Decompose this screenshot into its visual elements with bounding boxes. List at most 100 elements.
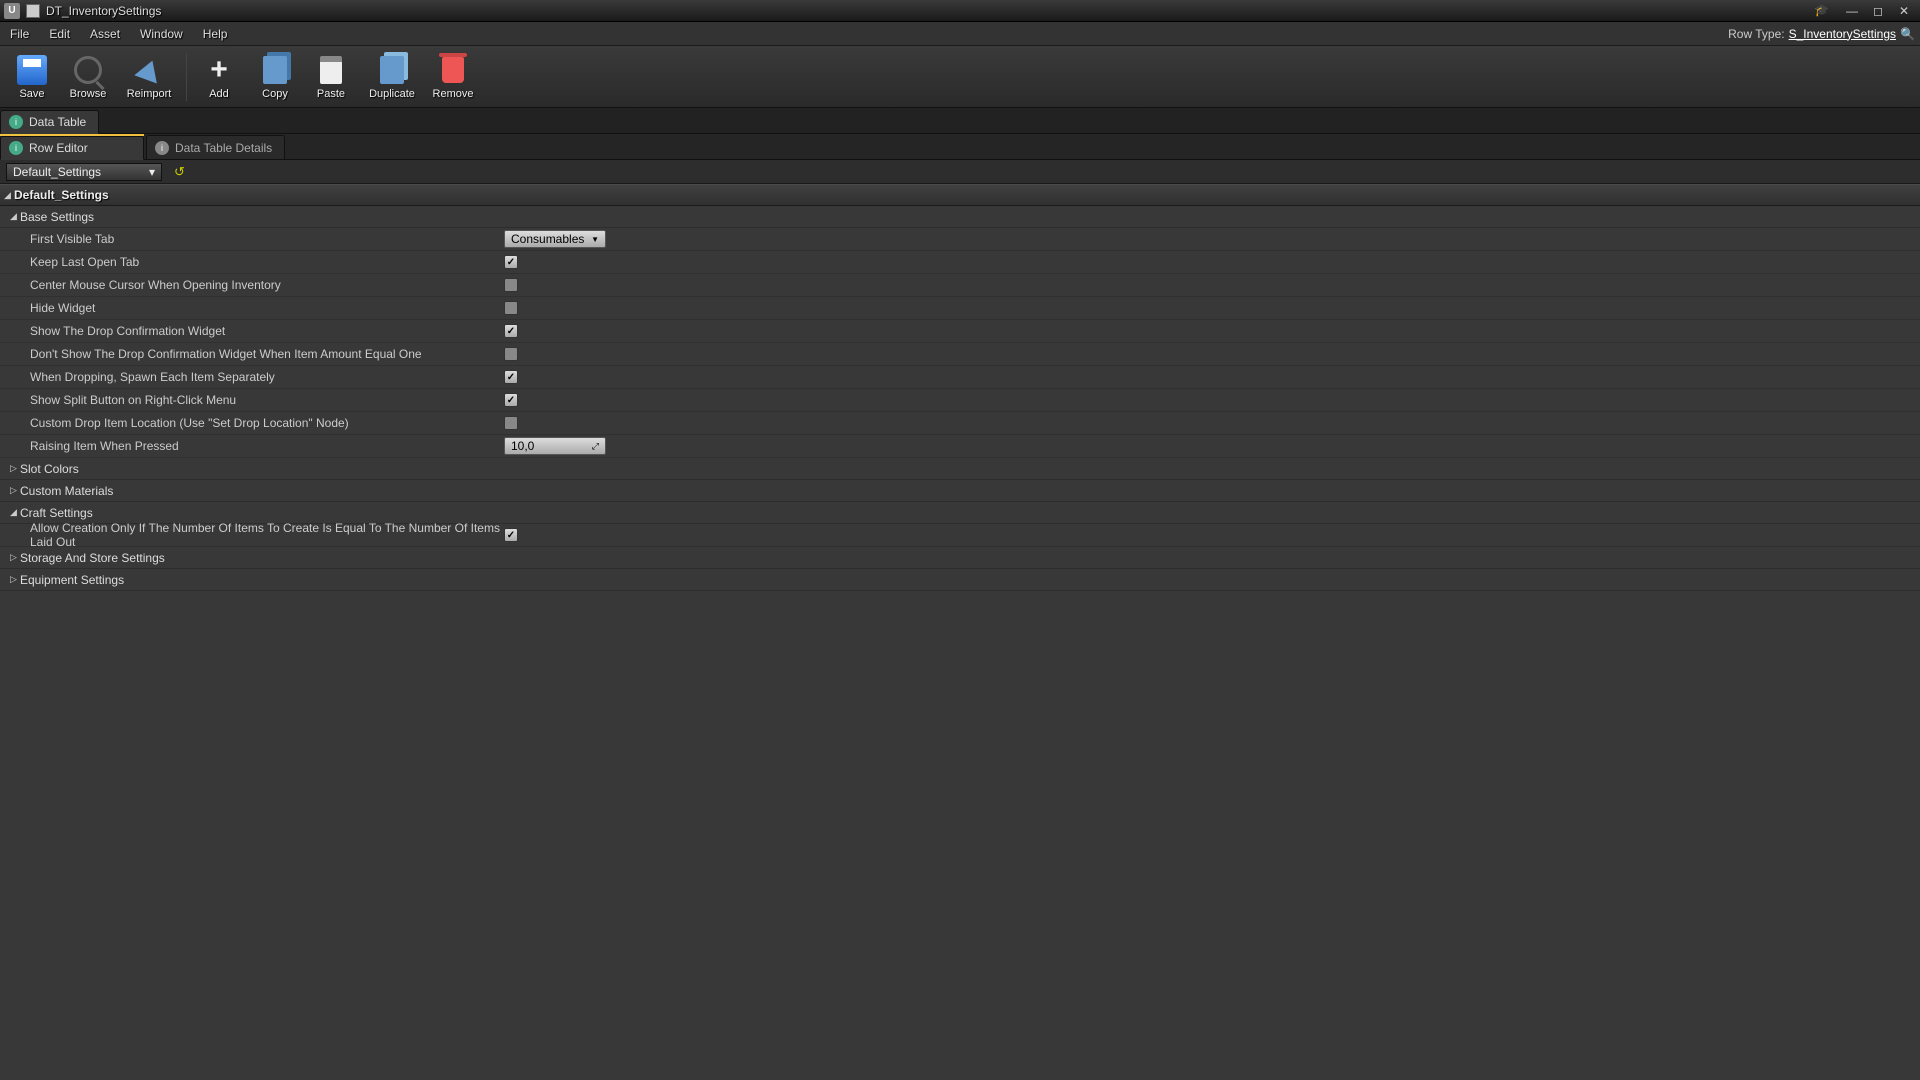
arrow-right-icon: ▷ (10, 463, 20, 474)
prop-label: Show Split Button on Right-Click Menu (0, 393, 500, 407)
first-visible-tab-dropdown[interactable]: Consumables ▼ (504, 230, 606, 248)
category-equipment-label: Equipment Settings (20, 573, 124, 587)
prop-allow-creation: Allow Creation Only If The Number Of Ite… (0, 524, 1920, 547)
category-base-settings[interactable]: ◢ Base Settings (0, 206, 1920, 228)
tab-data-table-details-label: Data Table Details (175, 141, 272, 155)
row-selector-dropdown[interactable]: Default_Settings ▾ (6, 163, 162, 181)
section-header-default-settings[interactable]: ◢ Default_Settings (0, 184, 1920, 206)
prop-label: Hide Widget (0, 301, 500, 315)
prop-label: Center Mouse Cursor When Opening Invento… (0, 278, 500, 292)
info-icon: i (155, 141, 169, 155)
save-button[interactable]: Save (6, 49, 58, 105)
prop-hide-widget: Hide Widget (0, 297, 1920, 320)
main-tab-row: i Data Table (0, 108, 1920, 134)
prop-center-mouse: Center Mouse Cursor When Opening Invento… (0, 274, 1920, 297)
prop-label: Show The Drop Confirmation Widget (0, 324, 500, 338)
menu-window[interactable]: Window (130, 22, 193, 45)
maximize-button[interactable]: ◻ (1866, 3, 1890, 19)
save-label: Save (19, 88, 44, 100)
menu-bar: File Edit Asset Window Help Row Type: S_… (0, 22, 1920, 46)
search-icon[interactable]: 🔍 (1900, 27, 1914, 41)
menu-edit[interactable]: Edit (39, 22, 80, 45)
info-icon: i (9, 115, 23, 129)
info-icon: i (9, 141, 23, 155)
tab-data-table-details[interactable]: i Data Table Details (146, 135, 285, 159)
remove-button[interactable]: Remove (427, 49, 479, 105)
expand-icon: ⤢ (592, 441, 599, 452)
category-slot-colors[interactable]: ▷ Slot Colors (0, 458, 1920, 480)
hide-widget-checkbox[interactable] (504, 301, 518, 315)
document-icon (26, 4, 40, 18)
copy-button[interactable]: Copy (249, 49, 301, 105)
row-selector-bar: Default_Settings ▾ ↺ (0, 160, 1920, 184)
reset-icon[interactable]: ↺ (174, 164, 185, 180)
category-custom-materials-label: Custom Materials (20, 484, 113, 498)
prop-keep-last-open-tab: Keep Last Open Tab (0, 251, 1920, 274)
raising-item-input[interactable]: 10,0 ⤢ (504, 437, 606, 455)
sub-tab-row: i Row Editor i Data Table Details (0, 134, 1920, 160)
arrow-right-icon: ▷ (10, 485, 20, 496)
category-custom-materials[interactable]: ▷ Custom Materials (0, 480, 1920, 502)
add-label: Add (209, 88, 229, 100)
prop-show-split-rmb: Show Split Button on Right-Click Menu (0, 389, 1920, 412)
category-craft-label: Craft Settings (20, 506, 93, 520)
menu-asset[interactable]: Asset (80, 22, 130, 45)
arrow-right-icon: ▷ (10, 552, 20, 563)
duplicate-label: Duplicate (369, 88, 415, 100)
section-header-label: Default_Settings (14, 188, 109, 202)
save-icon (17, 55, 47, 85)
tutorial-icon[interactable]: 🎓 (1814, 3, 1830, 19)
reimport-icon (134, 56, 163, 83)
prop-label: Raising Item When Pressed (0, 439, 500, 453)
spawn-separately-checkbox[interactable] (504, 370, 518, 384)
reimport-button[interactable]: Reimport (118, 49, 180, 105)
close-button[interactable]: ✕ (1892, 3, 1916, 19)
prop-first-visible-tab: First Visible Tab Consumables ▼ (0, 228, 1920, 251)
arrow-down-icon: ◢ (4, 190, 14, 201)
prop-label: When Dropping, Spawn Each Item Separatel… (0, 370, 500, 384)
custom-drop-loc-checkbox[interactable] (504, 416, 518, 430)
row-type-label: Row Type: (1728, 27, 1784, 41)
add-button[interactable]: + Add (193, 49, 245, 105)
copy-label: Copy (262, 88, 288, 100)
duplicate-button[interactable]: Duplicate (361, 49, 423, 105)
menu-file[interactable]: File (0, 22, 39, 45)
dropdown-value: Consumables (511, 232, 584, 246)
arrow-right-icon: ▷ (10, 574, 20, 585)
prop-dont-show-drop-confirm-one: Don't Show The Drop Confirmation Widget … (0, 343, 1920, 366)
category-equipment-settings[interactable]: ▷ Equipment Settings (0, 569, 1920, 591)
keep-last-open-tab-checkbox[interactable] (504, 255, 518, 269)
paste-button[interactable]: Paste (305, 49, 357, 105)
add-icon: + (210, 53, 228, 87)
browse-button[interactable]: Browse (62, 49, 114, 105)
toolbar-separator (186, 53, 187, 101)
number-value: 10,0 (511, 439, 534, 453)
prop-show-drop-confirm: Show The Drop Confirmation Widget (0, 320, 1920, 343)
paste-icon (320, 56, 342, 84)
minimize-button[interactable]: — (1840, 3, 1864, 19)
menu-help[interactable]: Help (193, 22, 238, 45)
category-storage-settings[interactable]: ▷ Storage And Store Settings (0, 547, 1920, 569)
category-storage-label: Storage And Store Settings (20, 551, 165, 565)
row-type-value[interactable]: S_InventorySettings (1789, 27, 1896, 41)
paste-label: Paste (317, 88, 345, 100)
chevron-down-icon: ▾ (149, 165, 155, 179)
copy-icon (263, 56, 287, 84)
remove-label: Remove (433, 88, 474, 100)
tab-row-editor[interactable]: i Row Editor (0, 136, 144, 160)
row-selector-value: Default_Settings (13, 165, 101, 179)
window-title: DT_InventorySettings (46, 4, 161, 18)
prop-label: First Visible Tab (0, 232, 500, 246)
category-base-label: Base Settings (20, 210, 94, 224)
details-panel: ◢ Default_Settings ◢ Base Settings First… (0, 184, 1920, 1080)
prop-label: Don't Show The Drop Confirmation Widget … (0, 347, 500, 361)
center-mouse-checkbox[interactable] (504, 278, 518, 292)
category-slot-colors-label: Slot Colors (20, 462, 79, 476)
dont-show-drop-confirm-one-checkbox[interactable] (504, 347, 518, 361)
allow-creation-checkbox[interactable] (504, 528, 518, 542)
show-drop-confirm-checkbox[interactable] (504, 324, 518, 338)
tab-row-editor-label: Row Editor (29, 141, 88, 155)
show-split-rmb-checkbox[interactable] (504, 393, 518, 407)
ue-logo-icon: U (4, 3, 20, 19)
tab-data-table[interactable]: i Data Table (0, 110, 99, 134)
